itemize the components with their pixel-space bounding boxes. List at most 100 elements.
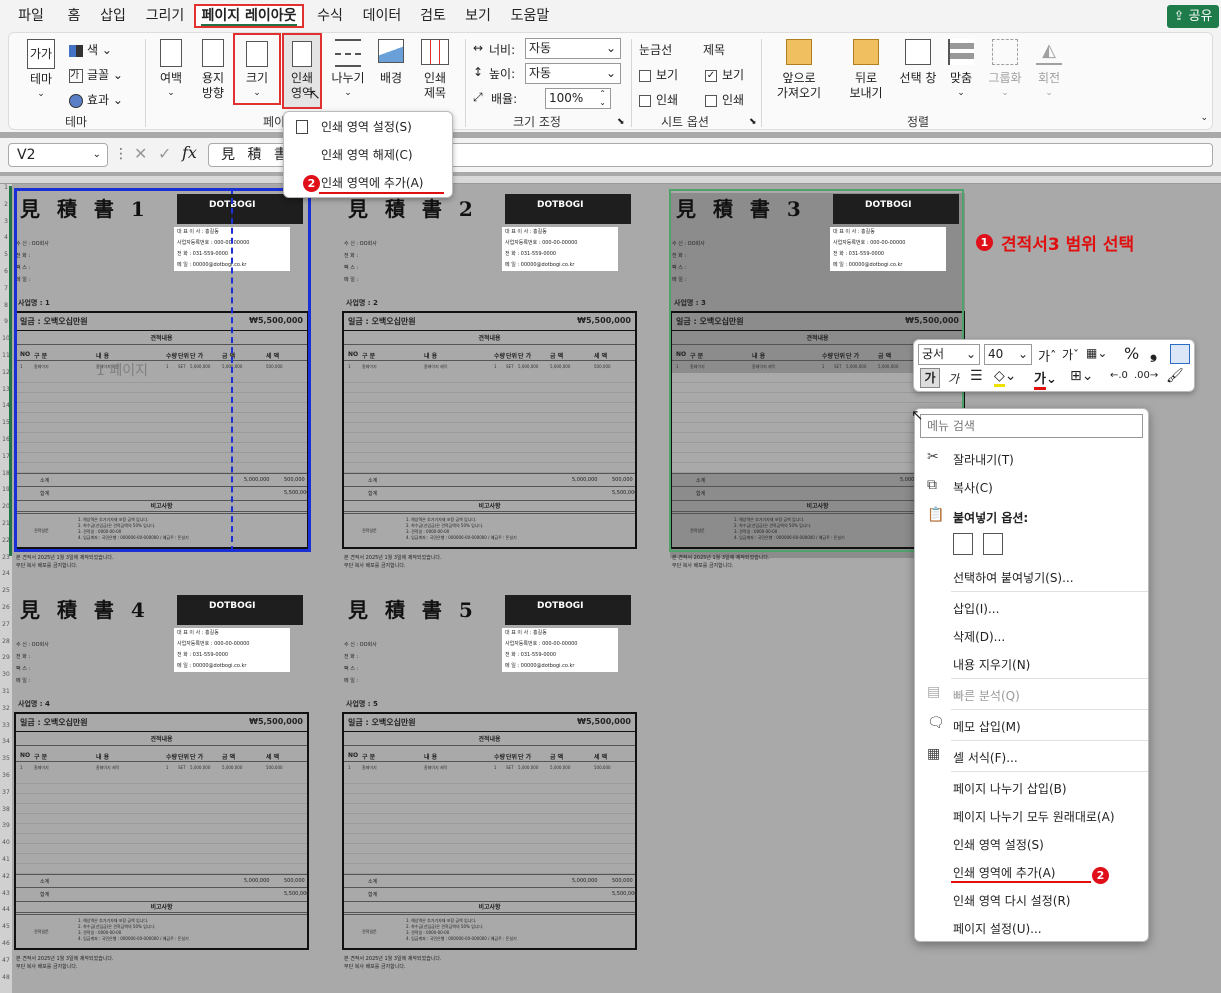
- theme-fonts-button[interactable]: 가 글꼴 ⌄: [69, 66, 123, 83]
- ribbon-collapse-icon[interactable]: ⌄: [1200, 113, 1208, 123]
- footer-line: 무단 복사 배포를 금지합니다.: [344, 964, 406, 970]
- menu-cut[interactable]: 잘라내기(T): [953, 451, 1014, 468]
- menu-insert-comment[interactable]: 메모 삽입(M): [953, 718, 1021, 735]
- increase-font-icon[interactable]: 가ˆ: [1038, 346, 1056, 365]
- dialog-launcher-icon[interactable]: ⬊: [749, 117, 757, 127]
- height-select[interactable]: 자동 ⌄: [525, 63, 621, 84]
- tab-data[interactable]: 데이터: [358, 4, 406, 28]
- decrease-decimal-icon[interactable]: .00→: [1134, 370, 1158, 381]
- menu-set-print-area[interactable]: 인쇄 영역 설정(S): [953, 836, 1044, 853]
- column-header: NO: [348, 351, 359, 358]
- quote-sheet-4[interactable]: 見 積 書 4 DOTBOGI 수 신 : OO회사 전 화 : 팩 스 : 메 일 : 대…: [14, 594, 309, 970]
- group-objects-button[interactable]: 그룹화 ⌄: [985, 39, 1025, 101]
- menu-insert-page-break[interactable]: 페이지 나누기 삽입(B): [953, 780, 1067, 797]
- theme-colors-button[interactable]: 색 ⌄: [69, 41, 112, 58]
- menu-reset-page-breaks[interactable]: 페이지 나누기 모두 원래대로(A): [953, 808, 1115, 825]
- menu-format-cells[interactable]: 셀 서식(F)...: [953, 749, 1018, 766]
- bold-icon[interactable]: 가: [920, 368, 940, 388]
- insert-function-icon[interactable]: fx: [182, 143, 197, 162]
- menu-add-to-print-area[interactable]: 인쇄 영역에 추가(A): [953, 864, 1055, 881]
- tab-home[interactable]: 홈: [60, 4, 88, 28]
- menu-insert[interactable]: 삽입(I)...: [953, 600, 999, 617]
- align-button[interactable]: 맞춤 ⌄: [943, 39, 979, 101]
- bring-forward-button[interactable]: 앞으로 가져오기: [769, 39, 829, 101]
- gridlines-print-checkbox[interactable]: 인쇄: [639, 91, 678, 108]
- font-color-icon[interactable]: 가⌄: [1034, 368, 1057, 390]
- orientation-button[interactable]: 용지 방향: [193, 39, 233, 101]
- italic-icon[interactable]: 가: [948, 370, 959, 387]
- background-button[interactable]: 배경: [373, 39, 409, 86]
- table-row: 1 홈페이지 홈페이지 제작 1 SET 5,000,000 5,000,000 500,00…: [16, 763, 307, 773]
- quote-sheet-2[interactable]: 見 積 書 2 DOTBOGI 수 신 : OO회사 전 화 :팩 스 :메 일 :대…: [342, 193, 637, 569]
- tab-review[interactable]: 검토: [416, 4, 450, 28]
- tab-formulas[interactable]: 수식: [312, 4, 348, 28]
- dialog-launcher-icon[interactable]: ⬊: [617, 117, 625, 127]
- ribbon-separator: [631, 39, 632, 127]
- menu-search-input[interactable]: 메뉴 검색: [920, 414, 1143, 438]
- name-box[interactable]: V2 ⌄: [8, 143, 108, 167]
- rotate-button[interactable]: ◭ 회전 ⌄: [1031, 39, 1067, 101]
- fill-color-icon[interactable]: ◇⌄: [994, 368, 1017, 387]
- menu-page-setup[interactable]: 페이지 설정(U)...: [953, 920, 1042, 937]
- menu-clear-contents[interactable]: 내용 지우기(N): [953, 656, 1030, 673]
- menu-quick-analysis[interactable]: 빠른 분석(Q): [953, 687, 1020, 704]
- headings-view-checkbox[interactable]: ✓ 보기: [705, 66, 744, 83]
- share-button[interactable]: ⇪ 공유: [1167, 5, 1219, 28]
- table-row: 1 홈페이지 홈페이지 제작 1 SET 5,000,000 5,000,000 500,00…: [344, 763, 635, 773]
- tab-page-layout[interactable]: 페이지 레이아웃: [194, 4, 304, 28]
- theme-effects-button[interactable]: 효과 ⌄: [69, 91, 123, 108]
- send-backward-button[interactable]: 뒤로 보내기: [835, 39, 897, 101]
- menu-reset-print-area[interactable]: 인쇄 영역 다시 설정(R): [953, 892, 1070, 909]
- borders-icon[interactable]: ⊞⌄: [1070, 368, 1093, 384]
- menu-item-clear-print-area[interactable]: 인쇄 영역 해제(C): [284, 142, 452, 168]
- theme-effects-label: 효과: [87, 93, 110, 107]
- themes-button[interactable]: 가가 테마 ⌄: [21, 39, 61, 102]
- row-number: 47: [2, 956, 10, 964]
- gridlines-view-checkbox[interactable]: 보기: [639, 66, 678, 83]
- add-to-print-area-label: 인쇄 영역에 추가(A): [321, 176, 424, 190]
- size-button[interactable]: 크기 ⌄: [233, 33, 281, 105]
- menu-paste-special[interactable]: 선택하여 붙여넣기(S)...: [953, 569, 1074, 586]
- quote-sheet-5[interactable]: 見 積 書 5 DOTBOGI 수 신 : OO회사 전 화 : 팩 스 : 메 일 : 대…: [342, 594, 637, 970]
- supplier-info: 대 표 이 사 : 홍길동 사업자등록번호 : 000-00-00000 전 화 :…: [174, 628, 290, 672]
- column-header: 구 분: [362, 353, 376, 360]
- breaks-button[interactable]: 나누기 ⌄: [327, 39, 369, 101]
- tab-view[interactable]: 보기: [460, 4, 496, 28]
- height-icon: ↕: [473, 65, 484, 79]
- menu-item-set-print-area[interactable]: 인쇄 영역 설정(S): [284, 114, 452, 140]
- size-label: 크기: [245, 71, 269, 85]
- tab-insert[interactable]: 삽입: [94, 4, 132, 28]
- supplier-line: 메 일 : 00000@dotbogi.co.kr: [505, 663, 575, 669]
- tab-draw[interactable]: 그리기: [140, 4, 190, 28]
- column-header: 단위: [506, 754, 518, 761]
- increase-decimal-icon[interactable]: ←.0: [1110, 370, 1128, 381]
- paste-option-icon[interactable]: [953, 533, 973, 555]
- currency-icon[interactable]: ▦⌄: [1086, 346, 1107, 360]
- ribbon-separator: [145, 39, 146, 127]
- selection-pane-button[interactable]: 선택 창: [893, 39, 943, 86]
- supplier-line: 사업자등록번호 : 000-00-00000: [505, 641, 578, 647]
- scale-input[interactable]: 100% ⌃ ⌄: [545, 88, 611, 109]
- width-select[interactable]: 자동 ⌄: [525, 38, 621, 59]
- column-header: 단 가: [518, 353, 532, 360]
- headings-print-checkbox[interactable]: 인쇄: [705, 91, 744, 108]
- percent-icon[interactable]: %: [1124, 344, 1139, 363]
- cancel-icon[interactable]: ✕: [134, 144, 147, 163]
- wrap-text-icon[interactable]: [1170, 344, 1190, 364]
- tab-help[interactable]: 도움말: [506, 4, 554, 28]
- decrease-font-icon[interactable]: 가ˇ: [1062, 346, 1079, 363]
- print-titles-button[interactable]: 인쇄 제목: [415, 39, 455, 101]
- font-size-select[interactable]: 40 ⌄: [984, 344, 1032, 365]
- menu-delete[interactable]: 삭제(D)...: [953, 628, 1005, 645]
- font-select[interactable]: 궁서 ⌄: [918, 344, 980, 365]
- paste-values-icon[interactable]: [983, 533, 1003, 555]
- format-painter-icon[interactable]: 🖌: [1166, 368, 1184, 384]
- bring-forward-label-2: 가져오기: [776, 86, 822, 100]
- enter-icon[interactable]: ✓: [158, 144, 171, 163]
- margins-button[interactable]: 여백 ⌄: [153, 39, 189, 101]
- comma-icon[interactable]: ❟: [1150, 342, 1157, 363]
- footer-line: 무단 복사 배포를 금지합니다.: [16, 964, 78, 970]
- align-center-icon[interactable]: ☰: [970, 368, 983, 384]
- tab-file[interactable]: 파일: [8, 4, 54, 28]
- menu-copy[interactable]: 복사(C): [953, 479, 993, 496]
